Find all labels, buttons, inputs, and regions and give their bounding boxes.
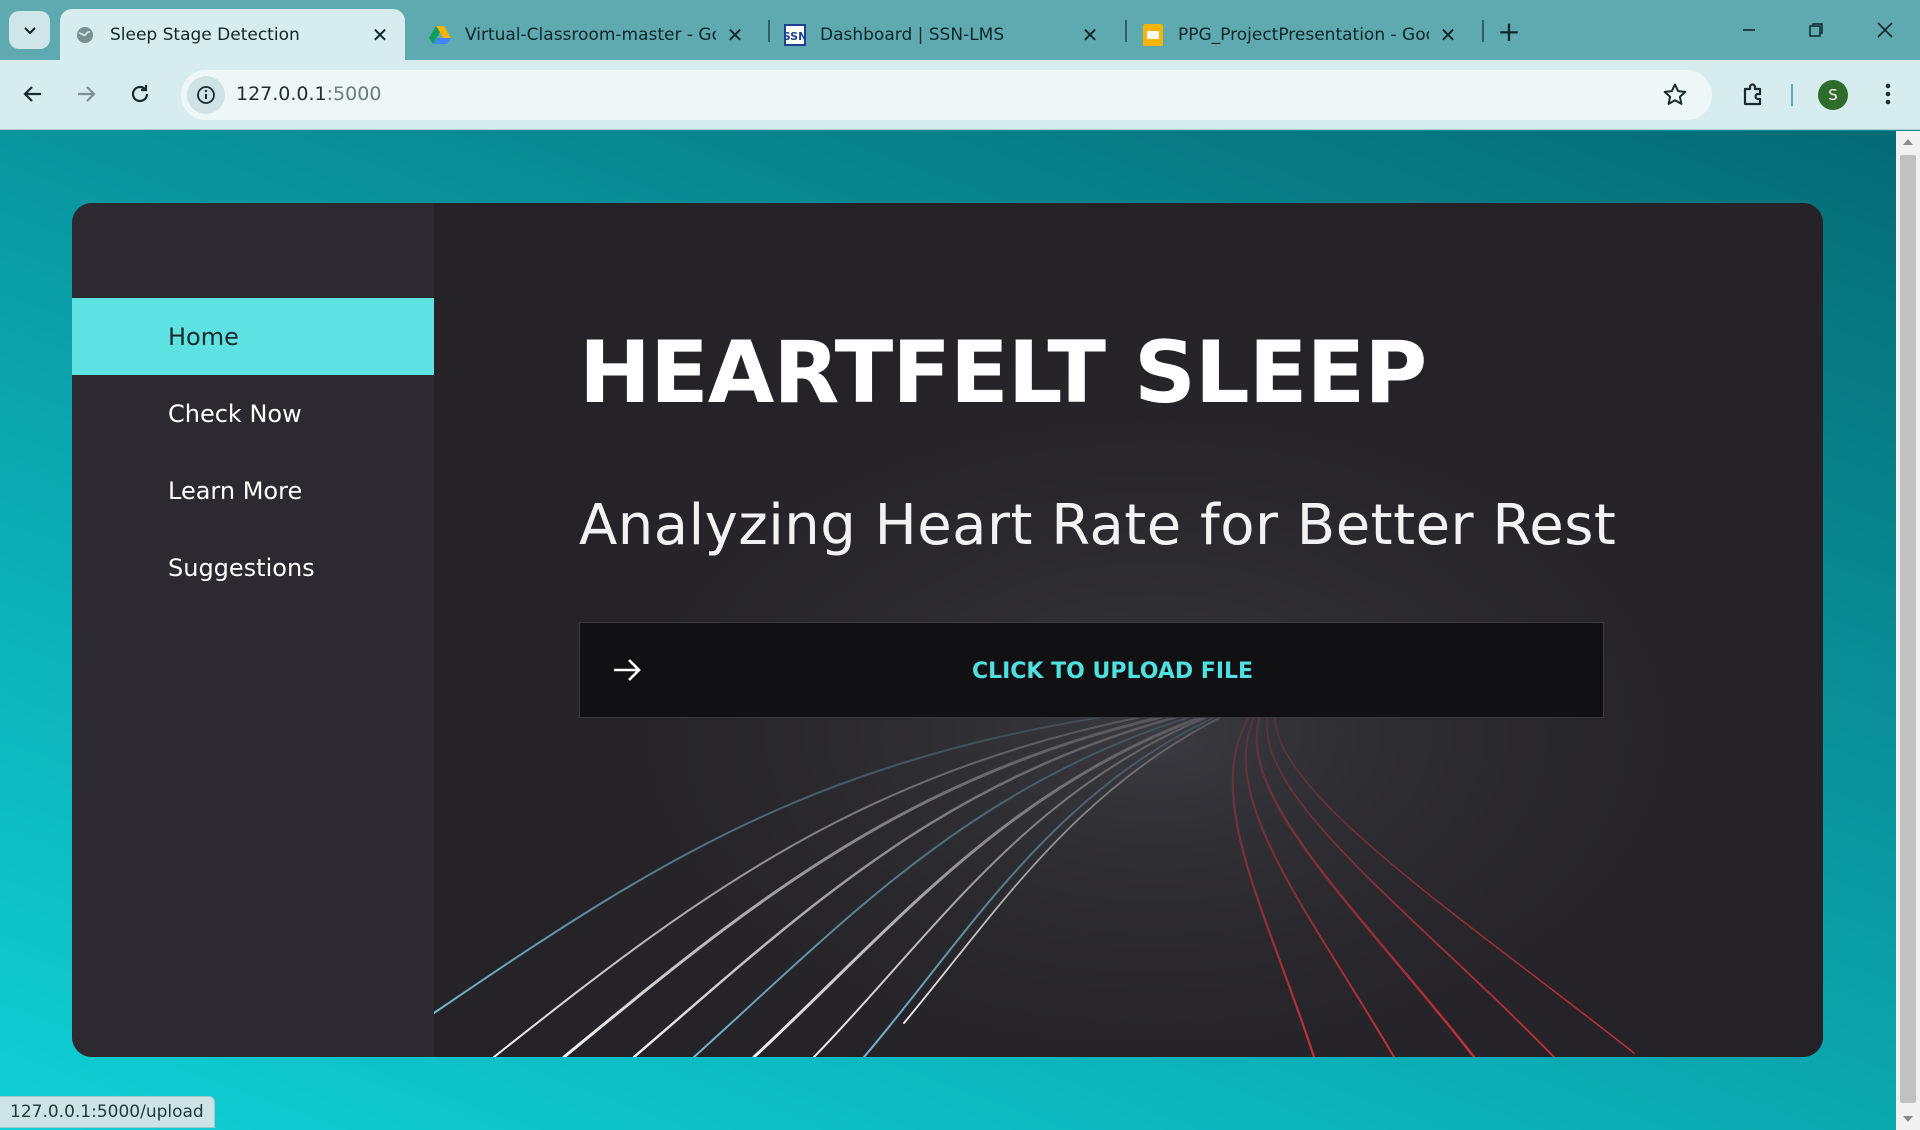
upload-button-label: CLICK TO UPLOAD FILE [971,658,1254,684]
globe-icon [74,24,96,46]
info-icon [197,86,215,104]
scroll-down-arrow-icon[interactable] [1896,1112,1920,1126]
page-viewport: Home Check Now Learn More Suggestions HE… [0,131,1896,1130]
close-window-button[interactable] [1862,12,1908,48]
google-slides-icon [1142,23,1164,46]
more-vertical-icon [1885,83,1891,105]
svg-text:SSN: SSN [784,30,806,43]
restore-button[interactable] [1793,12,1839,48]
url-host: 127.0.0.1 [236,83,327,105]
tab-ppg-presentation[interactable]: PPG_ProjectPresentation - Goo ✕ [1128,9,1473,60]
sidebar-item-check-now[interactable]: Check Now [72,375,434,452]
url-port: :5000 [326,83,382,105]
tab-sleep-stage-detection[interactable]: Sleep Stage Detection ✕ [60,9,405,60]
tab-title: Sleep Stage Detection [110,24,300,45]
close-tab-icon[interactable]: ✕ [1079,23,1101,47]
restore-icon [1809,23,1823,37]
close-tab-icon[interactable]: ✕ [369,23,391,47]
tab-strip: Sleep Stage Detection ✕ Virtual-Classroo… [0,0,1920,60]
app-card: Home Check Now Learn More Suggestions HE… [72,203,1823,1057]
sidebar-item-learn-more[interactable]: Learn More [72,452,434,529]
tab-virtual-classroom[interactable]: Virtual-Classroom-master - Goo ✕ [415,9,760,60]
extensions-button[interactable] [1735,76,1771,112]
tab-title: Virtual-Classroom-master - Goo [465,24,716,45]
address-bar[interactable]: 127.0.0.1:5000 [181,70,1712,120]
tab-title: Dashboard | SSN-LMS [820,24,1005,45]
bookmark-star-icon[interactable] [1662,82,1688,112]
minimize-icon [1743,29,1755,31]
back-button[interactable] [15,76,51,112]
tab-search-button[interactable] [9,11,50,49]
tab-separator [1125,20,1127,42]
sidebar-item-home[interactable]: Home [72,298,434,375]
close-tab-icon[interactable]: ✕ [724,23,746,47]
forward-button[interactable] [68,76,104,112]
hero-section: HEARTFELT SLEEP Analyzing Heart Rate for… [434,203,1823,1057]
tab-ssn-lms[interactable]: SSN Dashboard | SSN-LMS ✕ [770,9,1115,60]
scroll-thumb[interactable] [1900,155,1916,1103]
sidebar-item-suggestions[interactable]: Suggestions [72,529,434,606]
site-info-button[interactable] [187,76,225,114]
close-icon [1877,22,1893,38]
minimize-button[interactable] [1726,12,1772,48]
arrow-left-icon [23,86,41,102]
tab-title: PPG_ProjectPresentation - Goo [1178,24,1429,45]
upload-file-button[interactable]: CLICK TO UPLOAD FILE [579,622,1604,718]
arrow-right-icon [78,86,96,102]
chevron-down-icon [23,27,36,35]
google-drive-icon [429,24,451,46]
tab-separator [1482,20,1484,42]
hero-subtitle: Analyzing Heart Rate for Better Rest [579,493,1617,558]
vertical-scrollbar[interactable] [1896,131,1920,1130]
reload-icon [131,85,149,103]
close-tab-icon[interactable]: ✕ [1437,23,1459,47]
browser-menu-button[interactable] [1870,76,1906,112]
url-text: 127.0.0.1:5000 [236,83,381,105]
browser-toolbar: 127.0.0.1:5000 S [0,60,1920,130]
sidebar: Home Check Now Learn More Suggestions [72,203,434,1057]
scroll-up-arrow-icon[interactable] [1896,135,1920,149]
profile-avatar[interactable]: S [1818,80,1848,110]
link-status-bubble: 127.0.0.1:5000/upload [0,1096,215,1128]
puzzle-icon [1743,83,1762,106]
ssn-logo-icon: SSN [784,23,806,46]
new-tab-button[interactable]: + [1495,14,1523,48]
hero-title: HEARTFELT SLEEP [579,323,1427,423]
toolbar-divider [1791,84,1793,106]
reload-button[interactable] [122,76,158,112]
